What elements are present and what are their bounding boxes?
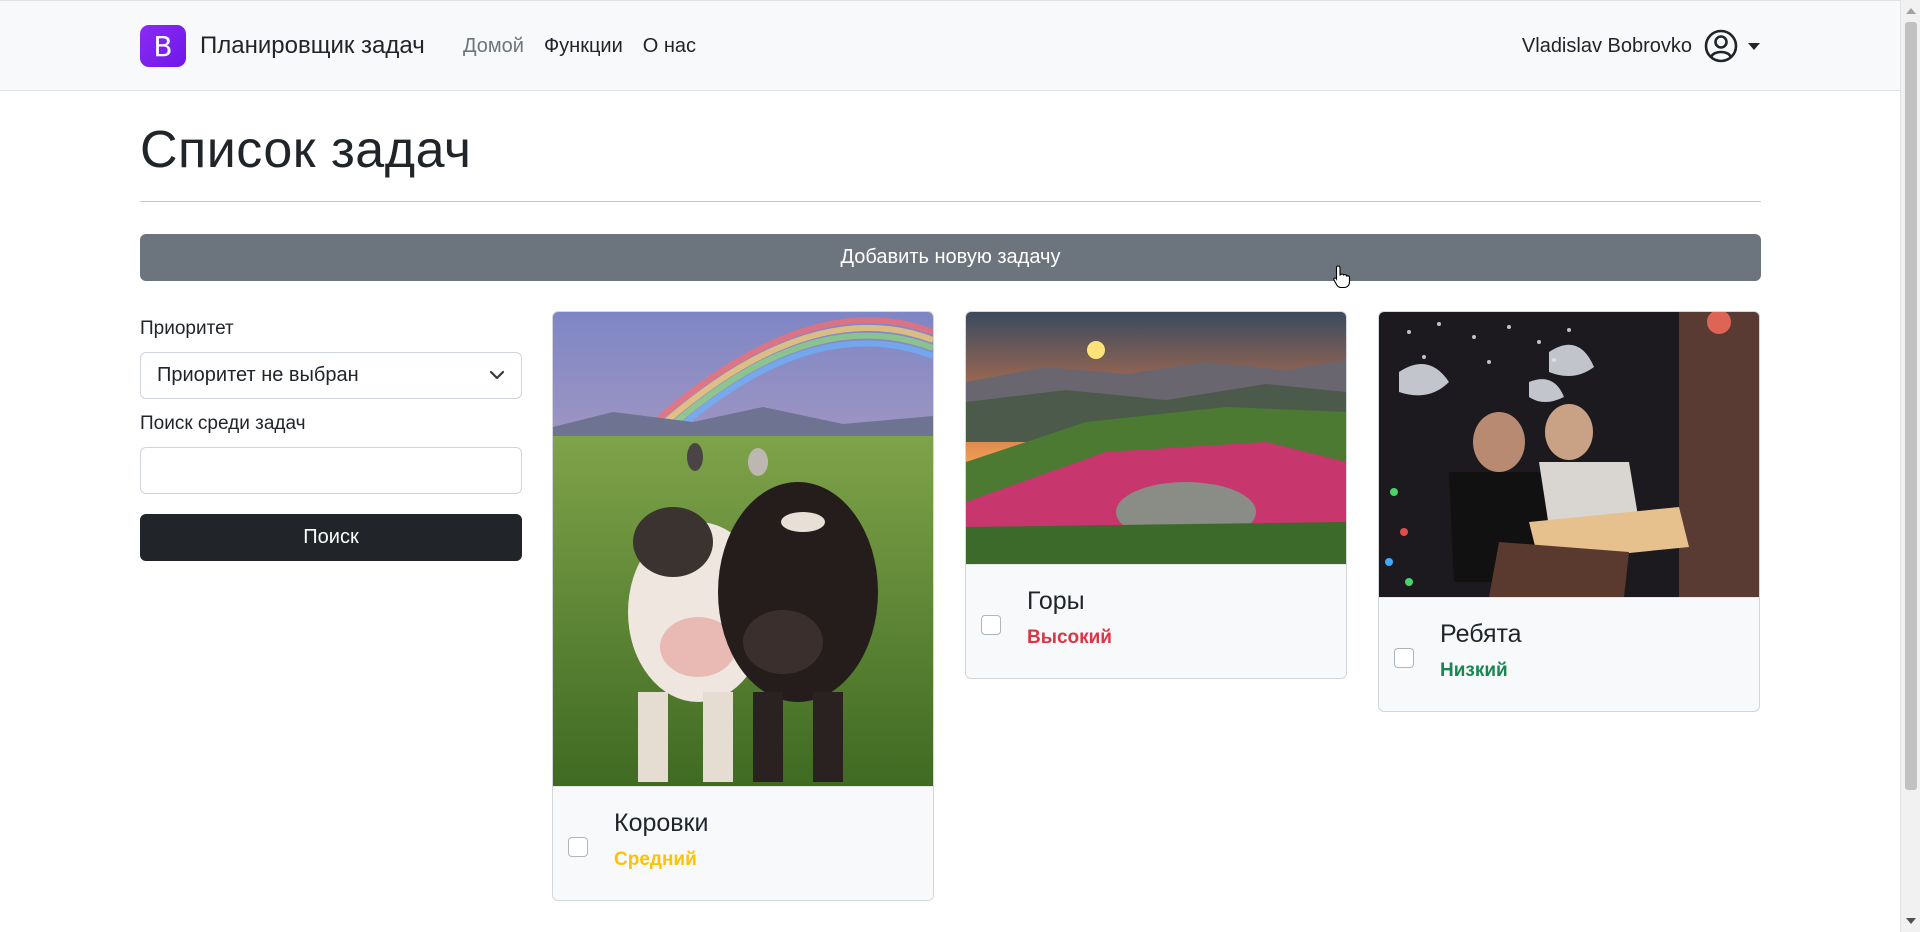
page-scrollbar[interactable] xyxy=(1900,0,1920,932)
add-task-button[interactable]: Добавить новую задачу xyxy=(140,234,1761,281)
bootstrap-logo-icon: B xyxy=(140,25,186,67)
search-input[interactable] xyxy=(140,447,522,494)
nav-link-home[interactable]: Домой xyxy=(463,35,524,58)
friends-party-photo xyxy=(1379,312,1759,597)
user-circle-icon[interactable] xyxy=(1704,29,1738,63)
brand-name: Планировщик задач xyxy=(200,32,425,59)
task-card: Ребята Низкий xyxy=(1378,311,1760,712)
nav-link-features[interactable]: Функции xyxy=(544,35,623,58)
chevron-down-icon xyxy=(489,364,505,387)
user-menu[interactable]: Vladislav Bobrovko xyxy=(1522,29,1760,63)
task-card: Горы Высокий xyxy=(965,311,1347,679)
task-priority: Средний xyxy=(614,849,697,870)
task-title: Коровки xyxy=(614,809,709,837)
task-done-checkbox[interactable] xyxy=(568,837,588,857)
cows-rainbow-photo xyxy=(553,312,933,786)
task-card: Коровки Средний xyxy=(552,311,934,901)
user-name: Vladislav Bobrovko xyxy=(1521,34,1692,57)
task-title: Ребята xyxy=(1440,620,1522,648)
filters-panel: Приоритет Приоритет не выбран Поиск сред… xyxy=(140,318,522,561)
hand-cursor-icon xyxy=(1333,265,1351,289)
search-label: Поиск среди задач xyxy=(140,413,306,434)
navbar: B Планировщик задач Домой Функции О нас … xyxy=(0,0,1900,91)
priority-select-value: Приоритет не выбран xyxy=(157,364,359,386)
brand-link[interactable]: B Планировщик задач xyxy=(140,25,425,67)
task-priority: Высокий xyxy=(1027,627,1112,648)
card-body: Ребята Низкий xyxy=(1379,597,1759,711)
priority-select[interactable]: Приоритет не выбран xyxy=(140,352,522,399)
priority-label: Приоритет xyxy=(140,318,234,339)
nav-link-about[interactable]: О нас xyxy=(643,35,696,58)
task-done-checkbox[interactable] xyxy=(981,615,1001,635)
task-priority: Низкий xyxy=(1440,660,1508,681)
mountain-sunset-photo xyxy=(966,312,1346,564)
page: B Планировщик задач Домой Функции О нас … xyxy=(0,0,1920,932)
nav-links: Домой Функции О нас xyxy=(463,35,696,58)
scroll-down-icon[interactable] xyxy=(1906,918,1916,924)
scrollbar-thumb[interactable] xyxy=(1905,22,1917,790)
scroll-up-icon[interactable] xyxy=(1906,8,1916,14)
search-button[interactable]: Поиск xyxy=(140,514,522,561)
card-body: Коровки Средний xyxy=(553,786,933,900)
card-body: Горы Высокий xyxy=(966,564,1346,678)
task-done-checkbox[interactable] xyxy=(1394,648,1414,668)
title-divider xyxy=(140,201,1761,202)
page-title: Список задач xyxy=(140,121,472,179)
dropdown-caret-icon[interactable] xyxy=(1748,42,1760,50)
task-title: Горы xyxy=(1027,587,1085,615)
